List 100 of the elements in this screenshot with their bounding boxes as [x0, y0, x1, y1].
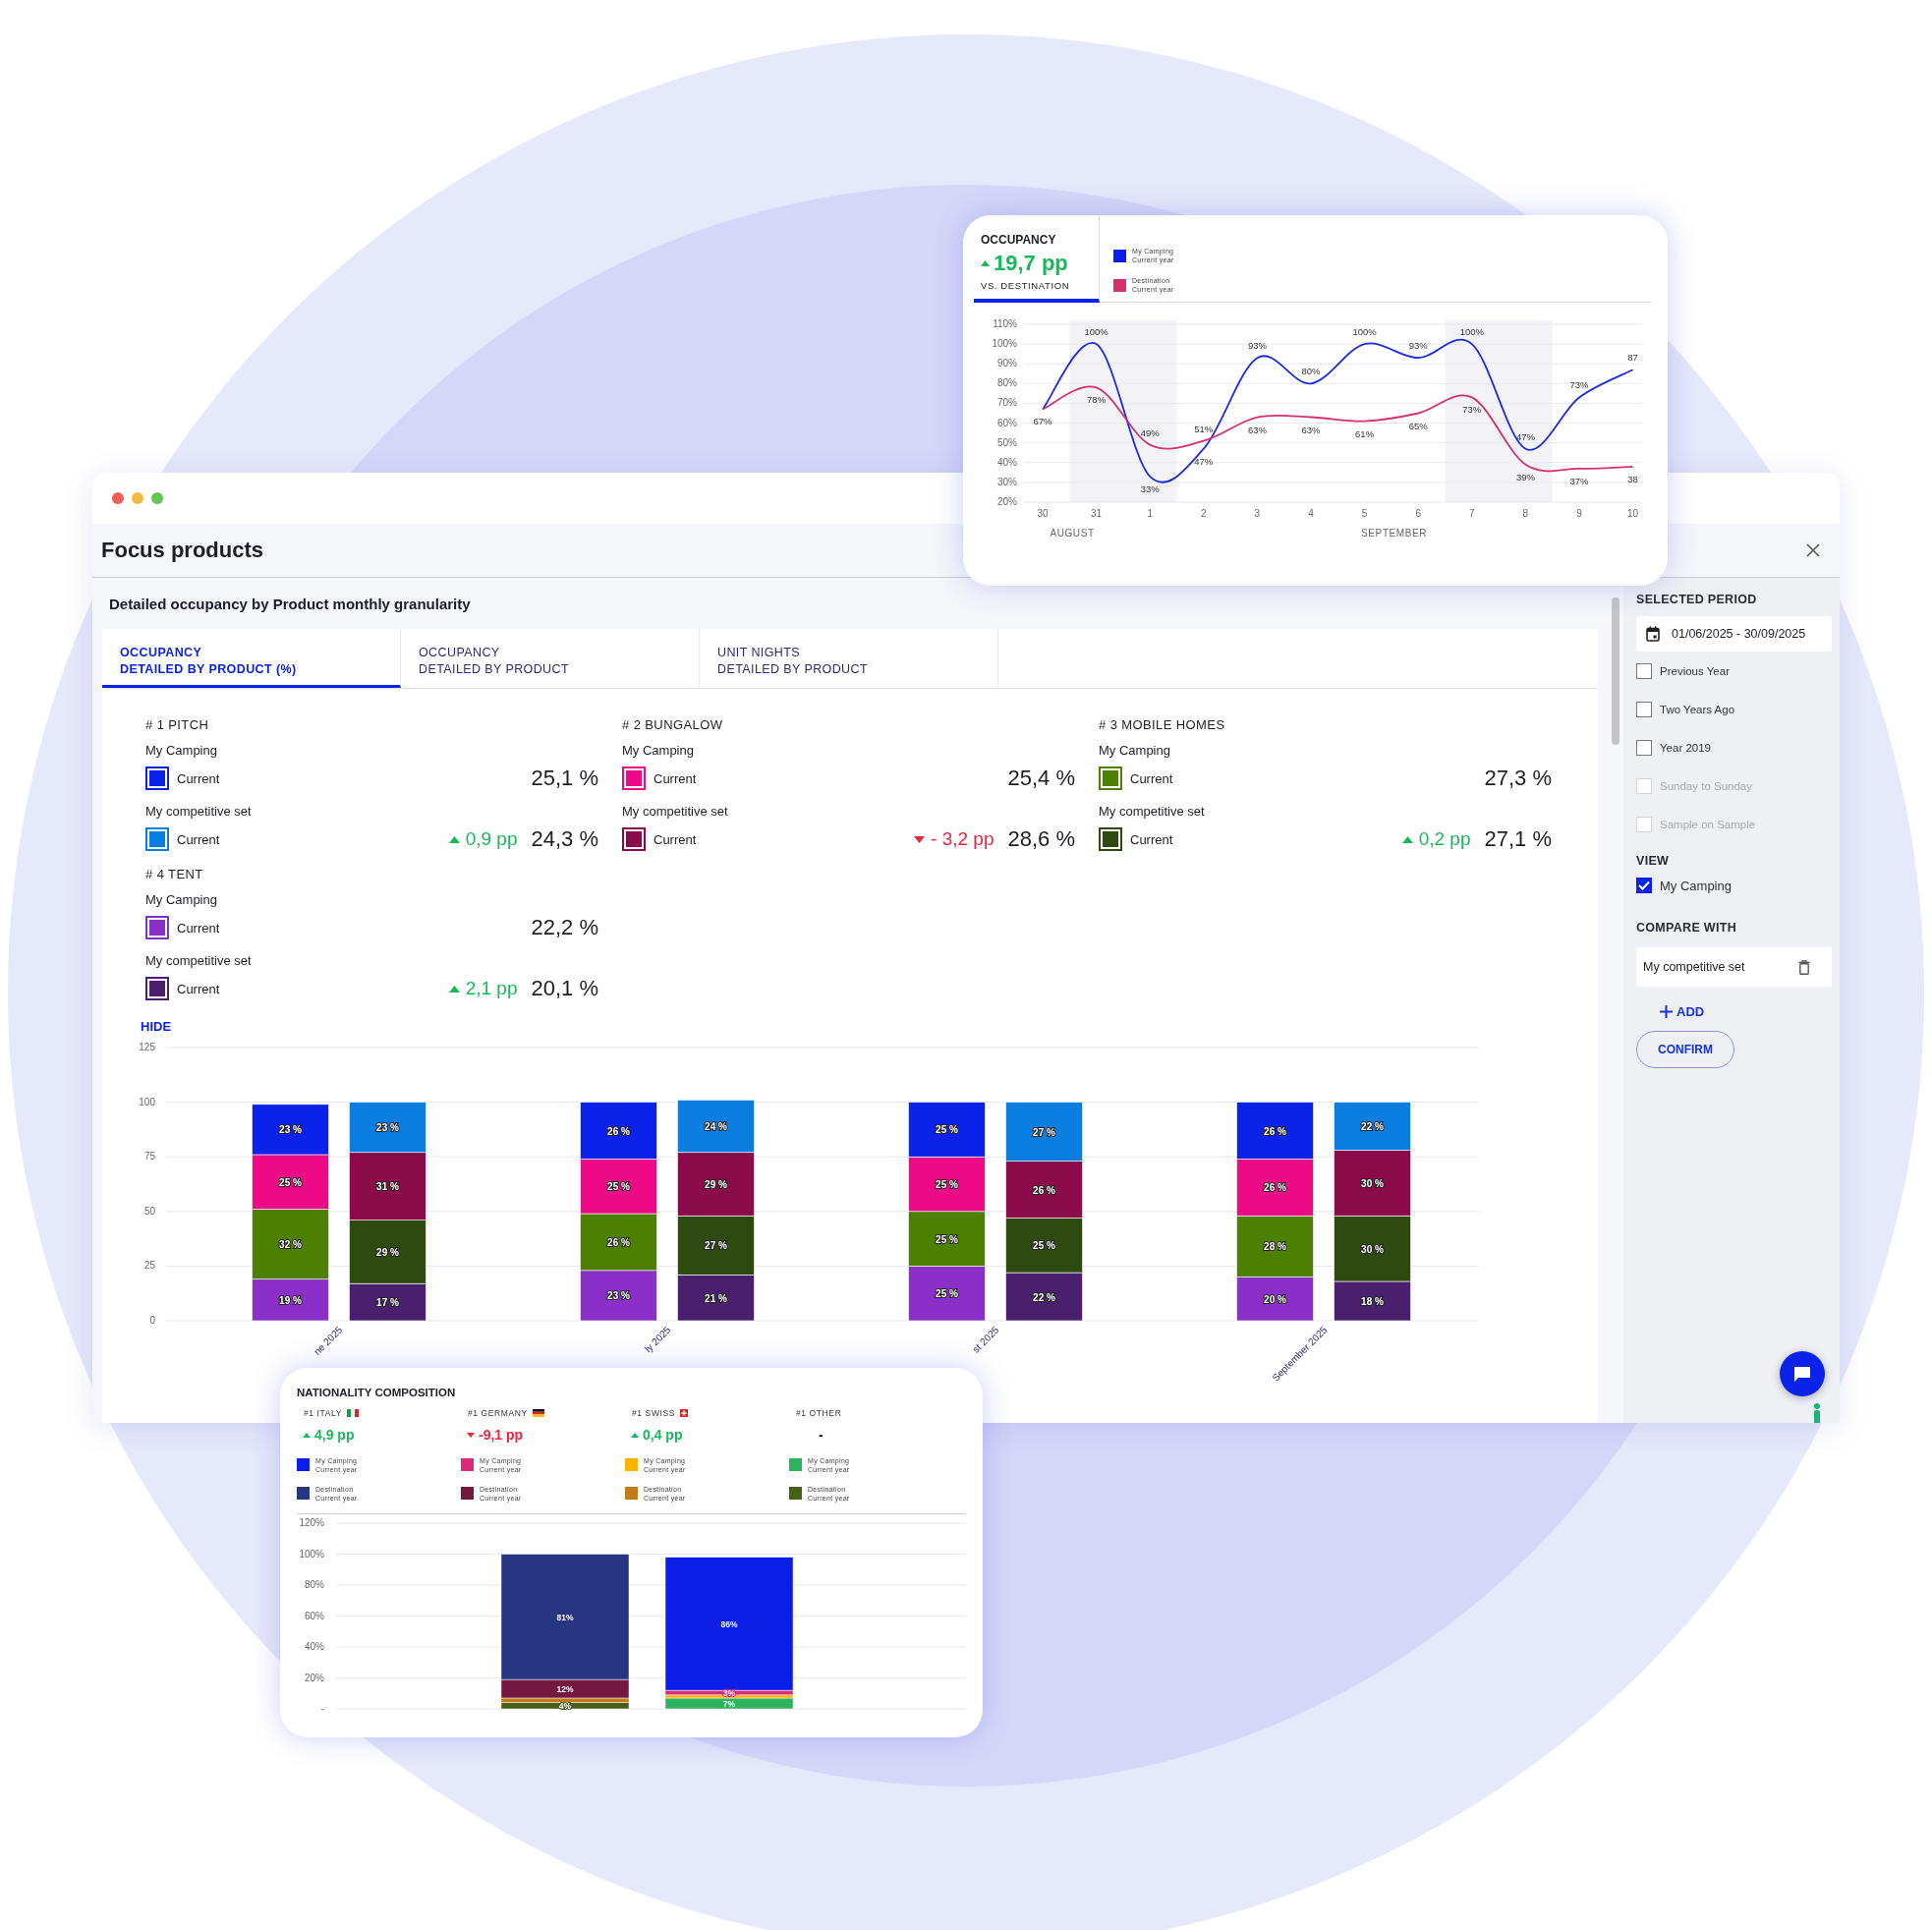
- data-label: 73%: [1569, 379, 1589, 391]
- bar-label: 27 %: [1033, 1126, 1055, 1138]
- bar-label: 31 %: [376, 1181, 399, 1193]
- delta-value: -: [818, 1427, 824, 1443]
- section-title: VIEW: [1636, 853, 1671, 869]
- axis-label: 50: [143, 1205, 155, 1217]
- data-label: 78%: [1087, 394, 1107, 406]
- bar-label: 20 %: [1264, 1293, 1286, 1305]
- bar-label: 21 %: [705, 1292, 727, 1304]
- group-label: My Camping: [145, 891, 218, 909]
- kpi-subtitle: VS. DESTINATION: [981, 280, 1071, 291]
- axis-label: 10: [1627, 508, 1639, 519]
- delta-value: 0,2 pp: [1418, 828, 1471, 850]
- axis-label: 1: [1147, 508, 1153, 519]
- bar-label: 86%: [720, 1618, 738, 1629]
- group-label: My Camping: [145, 742, 218, 760]
- data-label: 51%: [1194, 423, 1214, 434]
- group-label: My competitive set: [145, 803, 253, 821]
- data-label: 49%: [1140, 426, 1160, 438]
- window-title: Focus products: [101, 538, 263, 563]
- axis-label: 6: [1415, 508, 1421, 519]
- checkbox-label: My Camping: [1660, 878, 1732, 893]
- delta-value: 0,4 pp: [643, 1427, 683, 1443]
- data-label: 33%: [1140, 482, 1160, 494]
- bar-label: 27 %: [705, 1240, 727, 1252]
- series-label: Current: [177, 920, 220, 936]
- country-label: #1 SWISS: [632, 1408, 675, 1418]
- kpi-tab[interactable]: OCCUPANCY 19,7 pp VS. DESTINATION: [974, 215, 1100, 303]
- hide-link[interactable]: HIDE: [141, 1018, 172, 1036]
- axis-label: 110%: [993, 318, 1017, 329]
- occupancy-value: 22,2 %: [531, 915, 598, 940]
- product-title: # 4 TENT: [145, 866, 204, 883]
- axis-label: 2: [1201, 508, 1207, 519]
- data-label: 47%: [1515, 430, 1535, 442]
- data-label: 100%: [1459, 326, 1484, 338]
- bar-label: 26 %: [1264, 1182, 1286, 1194]
- axis-label: 70%: [997, 397, 1017, 409]
- bar-label: 25 %: [936, 1233, 958, 1245]
- bar-label: 25 %: [1033, 1240, 1055, 1252]
- axis-label: 5: [1361, 508, 1368, 519]
- bar-label: 18 %: [1361, 1296, 1384, 1307]
- axis-label: 80%: [997, 377, 1017, 389]
- axis-label: 25: [143, 1260, 155, 1272]
- occupancy-value: 24,3 %: [531, 826, 598, 852]
- bar-label: 4%: [558, 1701, 572, 1712]
- checkbox-label: Two Years Ago: [1660, 703, 1735, 715]
- axis-label: 4: [1308, 508, 1314, 519]
- group-label: My Camping: [1099, 742, 1171, 760]
- axis-label: 40%: [305, 1641, 324, 1652]
- checkbox-label: Sample on Sample: [1660, 818, 1756, 830]
- section-title: Detailed occupancy by Product monthly granularity: [108, 595, 472, 614]
- delta-value: 0,9 pp: [465, 828, 518, 850]
- country-label: #1 OTHER: [796, 1408, 842, 1418]
- bar-label: 29 %: [705, 1179, 727, 1190]
- bar-label: 25 %: [936, 1179, 958, 1190]
- axis-label: 3: [1254, 508, 1261, 519]
- bar-label: 30 %: [1361, 1243, 1384, 1255]
- series-label: Current: [177, 981, 220, 996]
- bar-label: 29 %: [376, 1246, 399, 1258]
- axis-label: 100%: [299, 1548, 324, 1560]
- occupancy-value: 27,1 %: [1484, 826, 1552, 852]
- axis-label: 120%: [299, 1517, 324, 1528]
- occupancy-value: 27,3 %: [1484, 766, 1552, 791]
- delta-value: -9,1 pp: [479, 1427, 524, 1443]
- product-title: # 1 PITCH: [145, 716, 210, 734]
- axis-label: 40%: [997, 456, 1017, 468]
- country-label: #1 GERMANY: [468, 1408, 528, 1418]
- occupancy-value: 25,4 %: [1007, 766, 1075, 791]
- group-label: My competitive set: [1099, 803, 1206, 821]
- axis-label: 0: [149, 1315, 155, 1326]
- country-label: #1 ITALY: [304, 1408, 342, 1418]
- bar-label: 7%: [722, 1699, 736, 1709]
- axis-label: 125: [139, 1042, 155, 1052]
- series-label: Current: [177, 770, 220, 786]
- axis-label: 75: [143, 1151, 155, 1163]
- series-label: Current: [177, 831, 220, 847]
- bar-label: 23 %: [607, 1290, 630, 1302]
- data-label: 100%: [1084, 326, 1108, 338]
- month-label: AUGUST: [1050, 528, 1095, 539]
- add-button[interactable]: ADD: [1660, 1000, 1705, 1023]
- axis-label: -: [320, 1703, 324, 1714]
- bar-label: 30 %: [1361, 1177, 1384, 1189]
- data-label: 65%: [1408, 420, 1428, 431]
- tab[interactable]: OCCUPANCY DETAILED BY PRODUCT (%): [102, 629, 401, 688]
- delta-value: 2,1 pp: [465, 978, 518, 999]
- kpi-title: OCCUPANCY: [981, 233, 1057, 247]
- axis-label: 31: [1091, 508, 1103, 519]
- card-title: NATIONALITY COMPOSITION: [297, 1387, 457, 1398]
- bar-label: 28 %: [1264, 1241, 1286, 1253]
- kpi-value: 19,7 pp: [994, 251, 1068, 276]
- section-title: SELECTED PERIOD: [1636, 592, 1758, 607]
- bar-label: 26 %: [1033, 1184, 1055, 1196]
- series-label: Current: [1130, 831, 1173, 847]
- date-range-field[interactable]: 01/06/2025 - 30/09/2025: [1636, 616, 1832, 652]
- group-label: My competitive set: [145, 952, 253, 970]
- axis-label: 8: [1522, 508, 1529, 519]
- data-label: 63%: [1301, 424, 1321, 435]
- bar-label: 19 %: [279, 1294, 302, 1306]
- series-label: Current: [1130, 770, 1173, 786]
- bar-label: 25 %: [279, 1176, 302, 1188]
